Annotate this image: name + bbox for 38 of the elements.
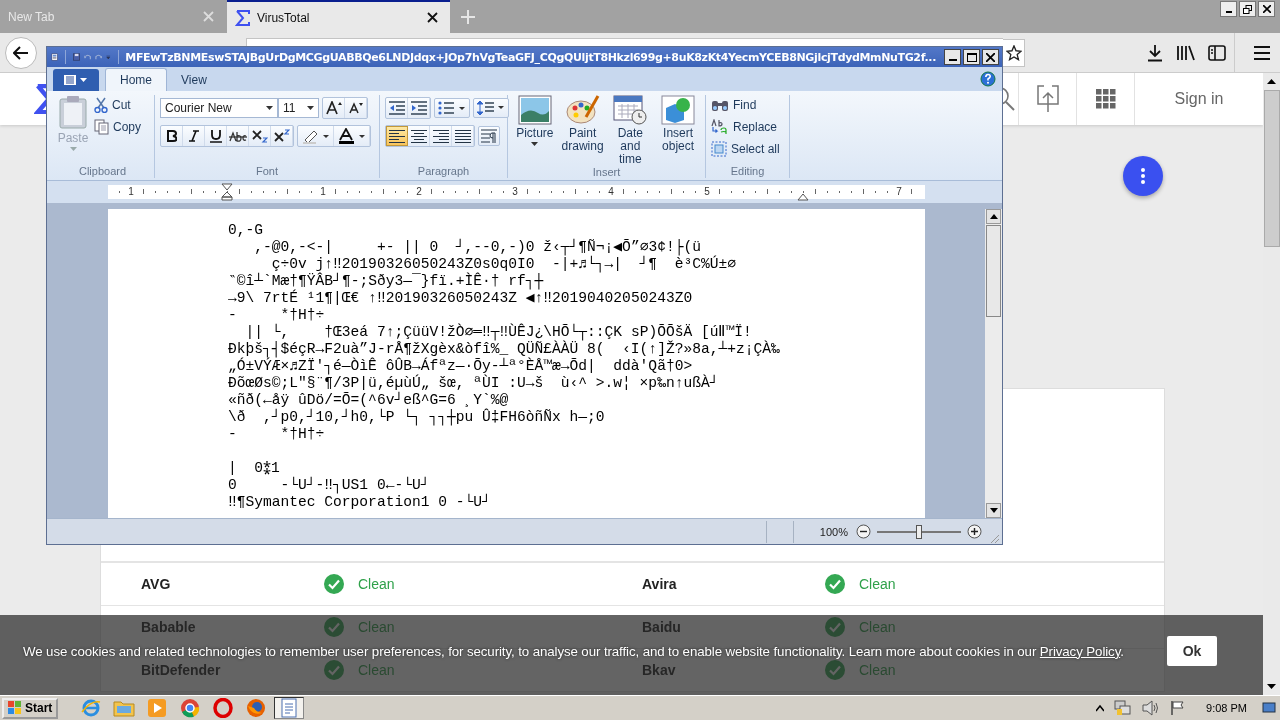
group-label: Clipboard	[77, 165, 128, 178]
engine-name: Baidu	[642, 619, 681, 635]
insert-button[interactable]: Insert object	[656, 95, 700, 166]
find-button[interactable]: Find	[711, 95, 780, 114]
select-all-button[interactable]: Select all	[711, 139, 780, 158]
engine-name: AVG	[141, 576, 171, 592]
result-status: Clean	[859, 662, 896, 678]
ribbon-tab[interactable]: View	[167, 69, 221, 91]
engine-name: Avira	[642, 576, 677, 592]
copy-button[interactable]: Copy	[94, 117, 141, 136]
insert-button[interactable]: Date and time	[608, 95, 653, 166]
start-button[interactable]: Start	[2, 697, 59, 719]
result-status: Clean	[358, 619, 395, 635]
browser-tab[interactable]: VirusTotal	[227, 0, 450, 33]
cut-button[interactable]: Cut	[94, 95, 141, 114]
font-family-dropdown[interactable]: Courier New	[160, 98, 278, 118]
group-label: Font	[255, 165, 279, 178]
engine-name: Babable	[141, 619, 196, 635]
ok-button[interactable]: Ok	[1167, 636, 1217, 666]
insert-button[interactable]: Paint drawing	[560, 95, 605, 166]
result-status: Clean	[358, 576, 395, 592]
group-label: Editing	[729, 165, 766, 178]
cookie-notice-text: We use cookies and related technologies to remember user preferences, for security, to analyse our traffic, and to enable website functionality. Learn more about cookies in our Privacy Policy.	[23, 643, 1124, 659]
zoom-level: 100%	[819, 525, 848, 538]
group-label: Paragraph	[416, 165, 471, 178]
result-status: Clean	[859, 576, 896, 592]
group-label: Insert	[591, 166, 622, 179]
window-title: MFEwTzBNMEswSTAJBgUrDgMCGgUABBQe6LNDJdqx+JOp7hVgTeaGFJ_CQgQUljtT8Hkzl699g+8uK8zKt4YecmYCEB8NGjlcjTdydMmNuTG2f...	[125, 50, 936, 64]
result-status: Clean	[358, 662, 395, 678]
result-status: Clean	[859, 619, 896, 635]
clock[interactable]: 9:08 PM	[1206, 702, 1247, 714]
document-text: 0,-G ,-@0,-<-| +- || 0 ┘,--0,-)0 ž‹┬┘¶Ñ¬¡◀Õ”⌀3¢!├(ü ç÷0v j↑‼20190326050243Z0s0q0I0 -|+♬└┐→| ┘¶ è³C%Ú±⌀ ‶©î┴`Mæ†¶ŸÂB┘¶-;Sðy3—¯}fï.+ÌÊ·† rf┐┼ →9\ 7rtÉ ¹1¶|Œ€ ↑‼20190326050243Z ◀↑‼20190402050243Z0 - *†H†÷ || └, †Œ3eá 7↑;ÇüüV!žÒ⌀═‼┬‼ÙÊJ¿\HÕ└┬::ÇK sP)ÕÕšÄ [úⅡ™Ï! Ðkþš┐┤$éçR→F2uà”J-rÅ¶žXgèx&òfî%_ QÜÑ£ÀÀÜ 8( ‹I(↑]Ž?»8a,┴+z¡ÇÀ‰ „Ó±VÝÆ×♬ZÏ'┐é—ÒìÊ ôÛB→Áfªz—·Õy-┴ª°ÈÅ™æ→Õd| ddà'Qã†0> ÐõœØs©;L"§¨¶/3P|ü,éµùÚ„ šœ, ªÙI :U→š ù‹^ >.w¦ ×p‰n↑ußÀ┘ «ñð(←åÿ ûDö/=Õ=(^6v┘eß^G=6 ¸Y`%@ \ð ,┘p0,┘10,┘h0,└P └┐ ┐┐┼pu Û‡FH6òñÑx h—;0 - *†H†÷ | 0⁑1 0 -└U┘-‼┐US1 0←-└U┘ ‼¶Symantec Corporation1 0 -└U┘	[108, 209, 925, 518]
ribbon-tab[interactable]: Home	[105, 68, 167, 91]
engine-name: Bkav	[642, 662, 676, 678]
font-size-dropdown[interactable]: 11	[278, 98, 319, 118]
engine-name: BitDefender	[141, 662, 221, 678]
insert-button[interactable]: Picture	[513, 95, 557, 166]
replace-button[interactable]: Replace	[711, 117, 780, 136]
